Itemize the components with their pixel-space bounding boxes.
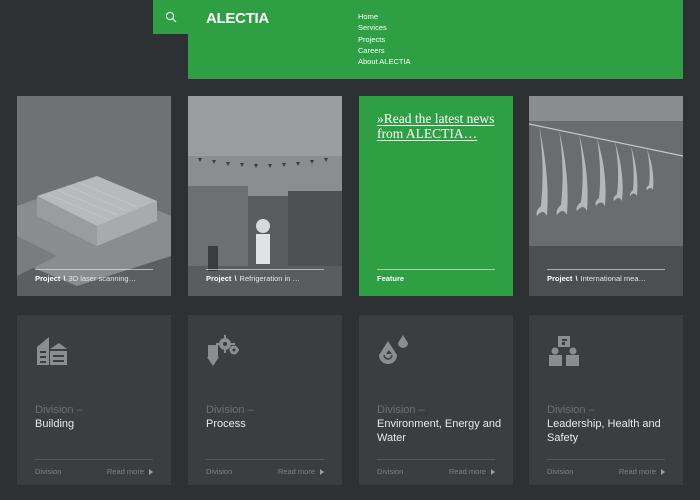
division-label: Division <box>377 467 404 476</box>
tile-divider <box>206 459 324 460</box>
feature-card-news[interactable]: »Read the latest news from ALECTIA… Feat… <box>359 96 513 296</box>
nav-item-services[interactable]: Services <box>358 22 411 33</box>
card-caption: Project \ Refrigeration in … <box>206 274 300 283</box>
gears-icon <box>207 335 239 366</box>
card-divider <box>547 269 665 270</box>
division-label: Division <box>206 467 233 476</box>
feature-headline-link[interactable]: »Read the latest news from ALECTIA… <box>377 111 499 141</box>
card-caption: Project \ 3D laser scanning… <box>35 274 137 283</box>
project-card-laser-scanning[interactable]: Project \ 3D laser scanning… <box>17 96 171 296</box>
building-icon <box>37 337 67 365</box>
division-tile-process[interactable]: Division – Process Division Read more <box>188 315 342 485</box>
division-kicker: Division – <box>377 404 425 416</box>
project-card-international[interactable]: Project \ International mea… <box>529 96 683 296</box>
division-kicker: Division – <box>547 404 595 416</box>
tile-divider <box>35 459 153 460</box>
card-caption: Feature <box>377 274 405 283</box>
main-nav: Home Services Projects Careers About ALE… <box>358 11 411 67</box>
division-label: Division <box>547 467 574 476</box>
tile-divider <box>377 459 495 460</box>
read-more-link[interactable]: Read more <box>278 467 324 476</box>
division-tile-building[interactable]: Division – Building Division Read more <box>17 315 171 485</box>
nav-item-projects[interactable]: Projects <box>358 34 411 45</box>
division-label: Division <box>35 467 62 476</box>
project-card-refrigeration[interactable]: Project \ Refrigeration in … <box>188 96 342 296</box>
nav-item-careers[interactable]: Careers <box>358 45 411 56</box>
card-caption: Project \ International mea… <box>547 274 646 283</box>
division-kicker: Division – <box>35 404 83 416</box>
read-more-link[interactable]: Read more <box>107 467 153 476</box>
project-image <box>529 96 683 296</box>
nav-item-home[interactable]: Home <box>358 11 411 22</box>
division-name: Leadership, Health and Safety <box>547 418 661 444</box>
division-name: Environment, Energy and Water <box>377 418 502 444</box>
project-image <box>188 96 342 296</box>
brand-logo[interactable]: ALECTIA <box>206 10 269 27</box>
card-divider <box>377 269 495 270</box>
card-divider <box>35 269 153 270</box>
division-name: Building <box>35 418 75 430</box>
arrow-right-icon <box>149 469 153 476</box>
nav-item-about[interactable]: About ALECTIA <box>358 56 411 67</box>
arrow-right-icon <box>491 469 495 476</box>
arrow-right-icon <box>320 469 324 476</box>
card-divider <box>206 269 324 270</box>
division-tile-environment[interactable]: Division – Environment, Energy and Water… <box>359 315 513 485</box>
division-tile-leadership[interactable]: Division – Leadership, Health and Safety… <box>529 315 683 485</box>
read-more-link[interactable]: Read more <box>619 467 665 476</box>
tile-divider <box>547 459 665 460</box>
water-drop-icon <box>379 335 408 364</box>
division-name: Process <box>206 418 246 430</box>
search-icon <box>165 11 176 23</box>
search-button[interactable] <box>153 0 188 34</box>
division-kicker: Division – <box>206 404 254 416</box>
read-more-link[interactable]: Read more <box>449 467 495 476</box>
arrow-right-icon <box>661 469 665 476</box>
site-header: ALECTIA Home Services Projects Careers A… <box>188 0 683 79</box>
people-icon <box>549 336 579 366</box>
project-image <box>17 96 171 296</box>
